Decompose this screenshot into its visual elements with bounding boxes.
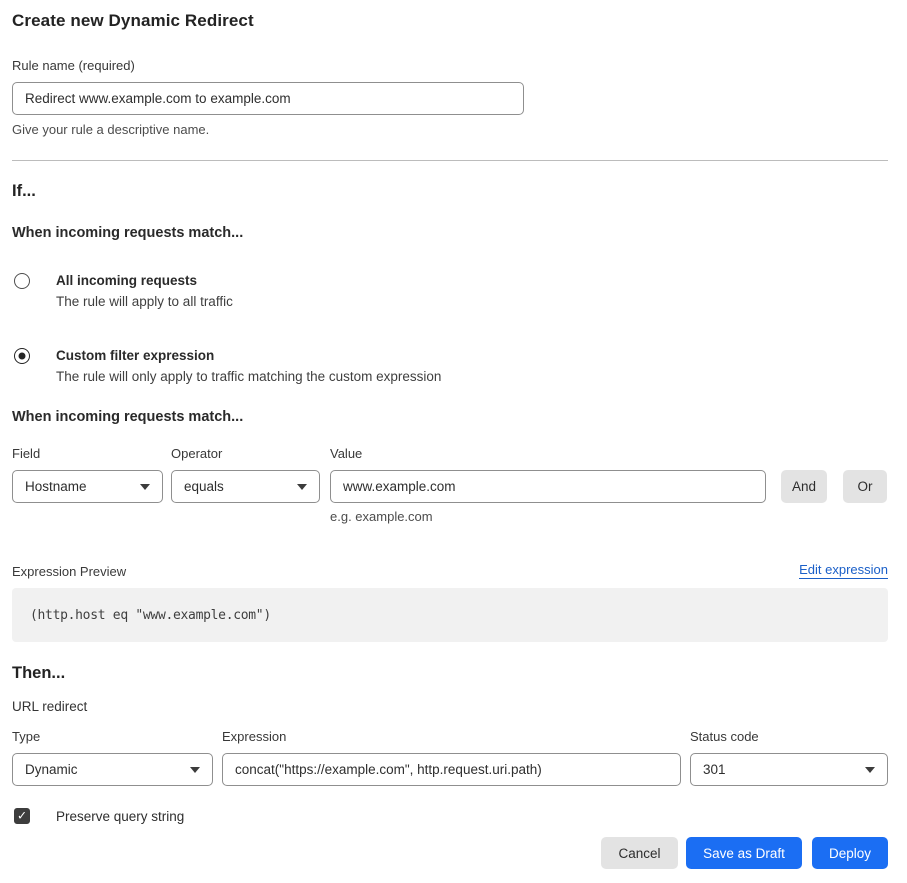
- value-label: Value: [330, 446, 766, 462]
- redirect-config-row: Type Dynamic Expression Status code 301: [12, 729, 888, 786]
- type-label: Type: [12, 729, 213, 745]
- type-select[interactable]: Dynamic: [12, 753, 213, 786]
- deploy-button[interactable]: Deploy: [812, 837, 888, 869]
- and-button[interactable]: And: [781, 470, 827, 503]
- radio-option-label: Custom filter expression: [56, 347, 441, 364]
- checkbox-icon[interactable]: [14, 808, 30, 824]
- action-buttons: Cancel Save as Draft Deploy: [12, 837, 888, 869]
- value-input[interactable]: [330, 470, 766, 503]
- then-heading: Then...: [12, 664, 888, 683]
- radio-option-all-incoming-requests[interactable]: All incoming requests The rule will appl…: [12, 272, 888, 310]
- field-select-value: Hostname: [25, 479, 87, 494]
- expression-label: Expression: [222, 729, 681, 745]
- radio-icon[interactable]: [14, 273, 30, 289]
- save-as-draft-button[interactable]: Save as Draft: [686, 837, 802, 869]
- url-redirect-label: URL redirect: [12, 699, 888, 714]
- radio-option-description: The rule will only apply to traffic matc…: [56, 368, 441, 385]
- preserve-query-string-row[interactable]: Preserve query string: [12, 808, 888, 824]
- rule-name-help: Give your rule a descriptive name.: [12, 122, 888, 138]
- status-code-label: Status code: [690, 729, 888, 745]
- edit-expression-link[interactable]: Edit expression: [799, 562, 888, 579]
- operator-label: Operator: [171, 446, 320, 462]
- operator-select-value: equals: [184, 479, 224, 494]
- expression-preview-code-block: (http.host eq "www.example.com"): [12, 588, 888, 642]
- status-code-select[interactable]: 301: [690, 753, 888, 786]
- expression-preview-label: Expression Preview: [12, 564, 126, 579]
- type-select-value: Dynamic: [25, 762, 78, 777]
- radio-option-description: The rule will apply to all traffic: [56, 293, 233, 310]
- chevron-down-icon: [297, 484, 307, 490]
- value-help: e.g. example.com: [330, 509, 766, 525]
- preserve-query-string-label: Preserve query string: [56, 809, 184, 824]
- operator-select[interactable]: equals: [171, 470, 320, 503]
- cancel-button[interactable]: Cancel: [601, 837, 678, 869]
- rule-name-label: Rule name (required): [12, 58, 888, 74]
- radio-option-label: All incoming requests: [56, 272, 233, 289]
- if-heading: If...: [12, 182, 888, 201]
- rule-name-input[interactable]: [12, 82, 524, 115]
- chevron-down-icon: [865, 767, 875, 773]
- expression-preview-code: (http.host eq "www.example.com"): [30, 608, 271, 623]
- chevron-down-icon: [190, 767, 200, 773]
- section-divider: [12, 160, 888, 161]
- if-match-heading: When incoming requests match...: [12, 225, 888, 241]
- radio-option-custom-filter-expression[interactable]: Custom filter expression The rule will o…: [12, 347, 888, 385]
- chevron-down-icon: [140, 484, 150, 490]
- expression-input[interactable]: [222, 753, 681, 786]
- or-button[interactable]: Or: [843, 470, 887, 503]
- status-code-select-value: 301: [703, 762, 726, 777]
- field-label: Field: [12, 446, 163, 462]
- filter-match-heading: When incoming requests match...: [12, 409, 888, 425]
- filter-builder-row: Field Hostname Operator equals Value e.g…: [12, 446, 888, 525]
- page-title: Create new Dynamic Redirect: [12, 11, 888, 31]
- field-select[interactable]: Hostname: [12, 470, 163, 503]
- create-redirect-page: Create new Dynamic Redirect Rule name (r…: [12, 0, 888, 883]
- radio-icon[interactable]: [14, 348, 30, 364]
